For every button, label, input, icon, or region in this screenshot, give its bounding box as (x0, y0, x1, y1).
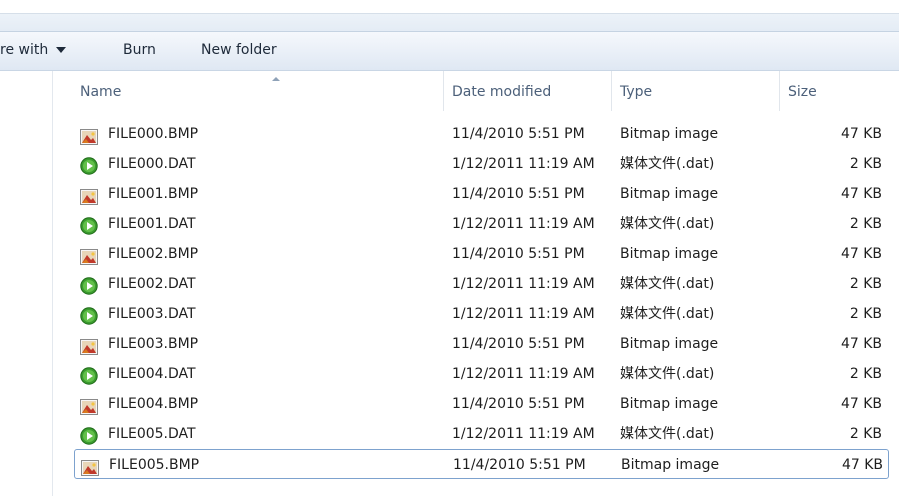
file-size: 2 KB (849, 276, 882, 292)
file-row[interactable]: FILE001.DAT 1/12/2011 11:19 AM 媒体文件(.dat) 2… (74, 209, 889, 239)
column-header-date[interactable]: Date modified (444, 71, 612, 111)
file-size: 47 KB (841, 457, 883, 473)
bitmap-icon (81, 457, 99, 476)
file-name: FILE000.BMP (108, 126, 199, 142)
file-date-modified: 1/12/2011 11:19 AM (452, 366, 595, 382)
file-row[interactable]: FILE004.DAT 1/12/2011 11:19 AM 媒体文件(.dat) 2… (74, 359, 889, 389)
file-size: 2 KB (849, 366, 882, 382)
media-file-icon (80, 156, 98, 175)
bitmap-icon (80, 126, 98, 145)
file-type: Bitmap image (620, 396, 719, 412)
file-row[interactable]: FILE004.BMP 11/4/2010 5:51 PM Bitmap image… (74, 389, 889, 419)
file-name: FILE001.BMP (108, 186, 199, 202)
file-type: 媒体文件(.dat) (620, 426, 715, 442)
file-list: FILE000.BMP 11/4/2010 5:51 PM Bitmap image… (74, 119, 889, 479)
file-row[interactable]: FILE000.BMP 11/4/2010 5:51 PM Bitmap image… (74, 119, 889, 149)
file-name: FILE002.DAT (108, 276, 196, 292)
file-name: FILE005.DAT (108, 426, 196, 442)
new-folder-button[interactable]: New folder (201, 42, 277, 58)
column-header-name[interactable]: Name (72, 71, 444, 111)
file-row[interactable]: FILE001.BMP 11/4/2010 5:51 PM Bitmap image… (74, 179, 889, 209)
media-file-icon (80, 216, 98, 235)
file-date-modified: 1/12/2011 11:19 AM (452, 426, 595, 442)
file-date-modified: 1/12/2011 11:19 AM (452, 276, 595, 292)
bitmap-icon (80, 396, 98, 415)
media-file-icon (80, 276, 98, 295)
file-date-modified: 11/4/2010 5:51 PM (453, 457, 586, 473)
file-date-modified: 11/4/2010 5:51 PM (452, 126, 585, 142)
file-type: 媒体文件(.dat) (620, 366, 715, 382)
file-name: FILE000.DAT (108, 156, 196, 172)
bitmap-icon (80, 336, 98, 355)
file-date-modified: 1/12/2011 11:19 AM (452, 306, 595, 322)
file-size: 2 KB (849, 426, 882, 442)
file-size: 2 KB (849, 156, 882, 172)
file-size: 2 KB (849, 306, 882, 322)
file-name: FILE004.BMP (108, 396, 199, 412)
sort-ascending-icon (272, 77, 280, 81)
file-size: 47 KB (840, 126, 882, 142)
file-date-modified: 1/12/2011 11:19 AM (452, 156, 595, 172)
file-name: FILE004.DAT (108, 366, 196, 382)
file-type: Bitmap image (620, 186, 719, 202)
file-date-modified: 11/4/2010 5:51 PM (452, 186, 585, 202)
file-name: FILE003.DAT (108, 306, 196, 322)
file-size: 47 KB (840, 396, 882, 412)
column-type-label: Type (620, 84, 653, 100)
file-row[interactable]: FILE000.DAT 1/12/2011 11:19 AM 媒体文件(.dat) 2… (74, 149, 889, 179)
file-type: 媒体文件(.dat) (620, 156, 715, 172)
file-date-modified: 11/4/2010 5:51 PM (452, 336, 585, 352)
file-type: 媒体文件(.dat) (620, 276, 715, 292)
media-file-icon (80, 306, 98, 325)
share-with-button[interactable]: re with (0, 42, 67, 58)
column-size-label: Size (788, 84, 817, 100)
file-row[interactable]: FILE003.BMP 11/4/2010 5:51 PM Bitmap image… (74, 329, 889, 359)
file-size: 47 KB (840, 186, 882, 202)
file-date-modified: 11/4/2010 5:51 PM (452, 246, 585, 262)
column-header: Name Date modified Type Size (53, 71, 899, 111)
file-type: Bitmap image (621, 457, 720, 473)
media-file-icon (80, 366, 98, 385)
file-type: Bitmap image (620, 246, 719, 262)
file-row[interactable]: FILE005.BMP 11/4/2010 5:51 PM Bitmap image… (74, 449, 889, 479)
file-row[interactable]: FILE003.DAT 1/12/2011 11:19 AM 媒体文件(.dat) 2… (74, 299, 889, 329)
navigation-pane (0, 71, 53, 496)
column-header-type[interactable]: Type (612, 71, 780, 111)
file-size: 47 KB (840, 336, 882, 352)
share-with-label: re with (0, 42, 49, 58)
column-header-size[interactable]: Size (780, 71, 899, 111)
file-name: FILE002.BMP (108, 246, 199, 262)
bitmap-icon (80, 246, 98, 265)
column-name-label: Name (80, 84, 122, 100)
command-bar: re with Burn New folder (0, 32, 899, 71)
window-top-bar (0, 0, 899, 32)
file-type: 媒体文件(.dat) (620, 306, 715, 322)
file-type: Bitmap image (620, 336, 719, 352)
media-file-icon (80, 426, 98, 445)
file-date-modified: 1/12/2011 11:19 AM (452, 216, 595, 232)
file-row[interactable]: FILE002.BMP 11/4/2010 5:51 PM Bitmap image… (74, 239, 889, 269)
file-type: 媒体文件(.dat) (620, 216, 715, 232)
file-name: FILE001.DAT (108, 216, 196, 232)
address-bar-edge (0, 0, 899, 14)
file-size: 47 KB (840, 246, 882, 262)
file-date-modified: 11/4/2010 5:51 PM (452, 396, 585, 412)
file-row[interactable]: FILE005.DAT 1/12/2011 11:19 AM 媒体文件(.dat) 2… (74, 419, 889, 449)
file-name: FILE005.BMP (109, 457, 200, 473)
file-row[interactable]: FILE002.DAT 1/12/2011 11:19 AM 媒体文件(.dat) 2… (74, 269, 889, 299)
burn-button[interactable]: Burn (123, 42, 156, 58)
file-type: Bitmap image (620, 126, 719, 142)
bitmap-icon (80, 186, 98, 205)
dropdown-arrow-icon (56, 47, 67, 53)
column-date-label: Date modified (452, 84, 552, 100)
file-size: 2 KB (849, 216, 882, 232)
file-name: FILE003.BMP (108, 336, 199, 352)
